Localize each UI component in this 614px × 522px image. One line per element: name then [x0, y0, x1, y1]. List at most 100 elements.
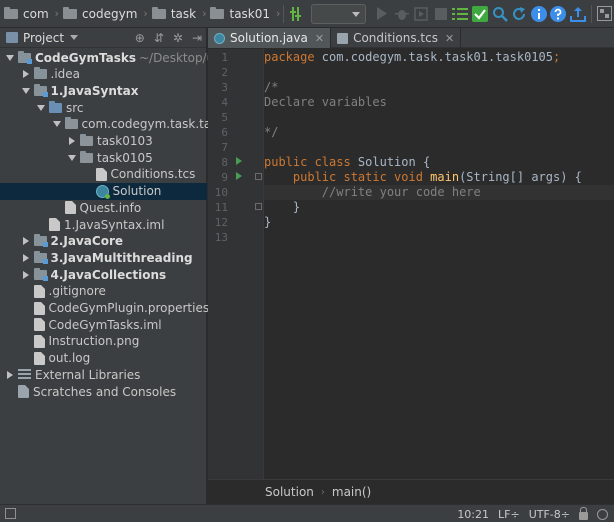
tool-windows-icon[interactable]	[5, 508, 16, 519]
nav-crumb-codegym[interactable]: codegym ›	[59, 0, 148, 28]
project-structure-icon[interactable]	[595, 0, 614, 28]
debug-icon[interactable]	[392, 0, 412, 28]
editor-gutter[interactable]: 1 2 3 4 5 6 7 8 9 10 11 12 13	[208, 49, 279, 479]
chevron-right-icon[interactable]	[21, 270, 31, 280]
tree-item[interactable]: out.log	[0, 350, 207, 367]
tree-item[interactable]: Instruction.png	[0, 333, 207, 350]
fold-marker-icon[interactable]	[255, 203, 262, 210]
checkmark-icon[interactable]	[470, 0, 490, 28]
code-editor[interactable]: package com.codegym.task.task01.task0105…	[264, 49, 614, 479]
tree-item[interactable]: task0103	[0, 133, 207, 150]
code-line[interactable]: //write your code here	[264, 185, 614, 200]
search-icon[interactable]	[490, 0, 510, 28]
breadcrumb-method[interactable]: main()	[332, 485, 371, 499]
chevron-down-icon[interactable]	[67, 153, 77, 163]
project-view-selector[interactable]: Project	[23, 31, 64, 45]
java-class-icon	[214, 32, 225, 44]
stop-icon[interactable]	[431, 0, 451, 28]
tree-item[interactable]: task0105	[0, 149, 207, 166]
tree-item[interactable]: Conditions.tcs	[0, 166, 207, 183]
tree-item[interactable]: 2.JavaCore	[0, 233, 207, 250]
coverage-icon[interactable]	[411, 0, 431, 28]
nav-crumb-task[interactable]: task ›	[148, 0, 206, 28]
upload-icon[interactable]	[568, 0, 588, 28]
code-line[interactable]: }	[264, 200, 614, 215]
tree-item[interactable]: .gitignore	[0, 283, 207, 300]
code-line[interactable]	[264, 110, 614, 125]
lock-icon[interactable]	[579, 506, 588, 520]
tree-item[interactable]: External Libraries	[0, 366, 207, 383]
chevron-down-icon[interactable]	[52, 119, 62, 129]
code-line[interactable]: */	[264, 125, 614, 140]
file-encoding[interactable]: UTF-8÷	[529, 508, 570, 521]
editor-breadcrumbs: Solution › main()	[208, 479, 614, 504]
build-icon[interactable]	[287, 0, 307, 28]
run-icon[interactable]	[372, 0, 392, 28]
code-line[interactable]: /*	[264, 80, 614, 95]
run-main-icon[interactable]	[236, 172, 242, 180]
close-icon[interactable]: ✕	[445, 32, 454, 45]
code-line[interactable]: Declare variables	[264, 95, 614, 110]
tree-item[interactable]: com.codegym.task.tas	[0, 116, 218, 133]
refresh-icon[interactable]	[509, 0, 529, 28]
tree-item[interactable]: 3.JavaMultithreading	[0, 249, 207, 266]
chevron-right-icon[interactable]	[5, 370, 15, 380]
scroll-from-source-icon[interactable]: ⊕	[135, 31, 145, 45]
tree-item-label: com.codegym.task.tas	[81, 117, 218, 132]
inspector-face-icon[interactable]	[597, 508, 608, 520]
tree-item[interactable]: CodeGymTasks ~/Desktop/ur	[0, 49, 219, 66]
code-line[interactable]: public class Solution {	[264, 155, 614, 170]
file-icon	[33, 301, 45, 315]
code-line[interactable]: }	[264, 215, 614, 230]
tab-conditions-tcs[interactable]: Conditions.tcs ✕	[331, 28, 462, 48]
chevron-right-icon[interactable]	[21, 253, 31, 263]
chevron-right-icon[interactable]	[21, 69, 31, 79]
code-line[interactable]	[264, 140, 614, 155]
hide-panel-icon[interactable]: ⇥	[192, 31, 202, 45]
caret-position[interactable]: 10:21	[457, 508, 489, 521]
tree-item[interactable]: Quest.info	[0, 199, 207, 216]
nav-crumb-task01[interactable]: task01 ›	[206, 0, 280, 28]
tab-label: Conditions.tcs	[353, 31, 438, 45]
tree-item[interactable]: 1.JavaSyntax	[0, 82, 207, 99]
fold-marker-icon[interactable]	[255, 173, 262, 180]
tree-item[interactable]: src	[0, 99, 207, 116]
code-line[interactable]: package com.codegym.task.task01.task0105…	[264, 50, 614, 65]
tree-item[interactable]: Solution	[0, 182, 207, 200]
tree-item[interactable]: 1.JavaSyntax.iml	[0, 216, 207, 233]
nav-crumb-com[interactable]: com ›	[0, 0, 59, 28]
tab-solution-java[interactable]: Solution.java ✕	[208, 28, 332, 48]
run-class-icon[interactable]	[236, 157, 242, 165]
chevron-right-icon[interactable]	[67, 136, 77, 146]
chevron-down-icon[interactable]	[70, 35, 79, 40]
chevron-down-icon[interactable]	[21, 86, 31, 96]
code-line[interactable]	[264, 230, 614, 245]
todo-list-icon[interactable]	[451, 0, 471, 28]
code-line[interactable]	[264, 65, 614, 80]
file-icon	[64, 201, 76, 215]
code-token: ;	[552, 50, 561, 64]
info-icon[interactable]	[529, 0, 549, 28]
tree-item[interactable]: CodeGymPlugin.properties	[0, 300, 209, 317]
code-token: Declare variables	[264, 95, 387, 109]
breadcrumb-class[interactable]: Solution	[265, 485, 314, 499]
close-icon[interactable]: ✕	[315, 32, 324, 45]
chevron-down-icon[interactable]	[5, 53, 15, 63]
tree-item[interactable]: Scratches and Consoles	[0, 383, 207, 400]
tree-item-label: 2.JavaCore	[50, 234, 124, 249]
chevron-down-icon[interactable]	[36, 103, 46, 113]
collapse-all-icon[interactable]: ⇵	[154, 31, 164, 45]
chevron-right-icon[interactable]	[21, 236, 31, 246]
libraries-icon	[18, 369, 31, 381]
code-line[interactable]: public static void main(String[] args) {	[264, 170, 614, 185]
tree-item[interactable]: 4.JavaCollections	[0, 266, 207, 283]
help-icon[interactable]	[548, 0, 568, 28]
tree-item[interactable]: CodeGymTasks.iml	[0, 316, 207, 333]
line-separator[interactable]: LF÷	[498, 508, 520, 521]
run-config-dropdown[interactable]	[310, 3, 367, 24]
code-token: Solution {	[357, 155, 431, 169]
gear-icon[interactable]: ✲	[173, 31, 183, 45]
tree-item[interactable]: .idea	[0, 66, 207, 83]
